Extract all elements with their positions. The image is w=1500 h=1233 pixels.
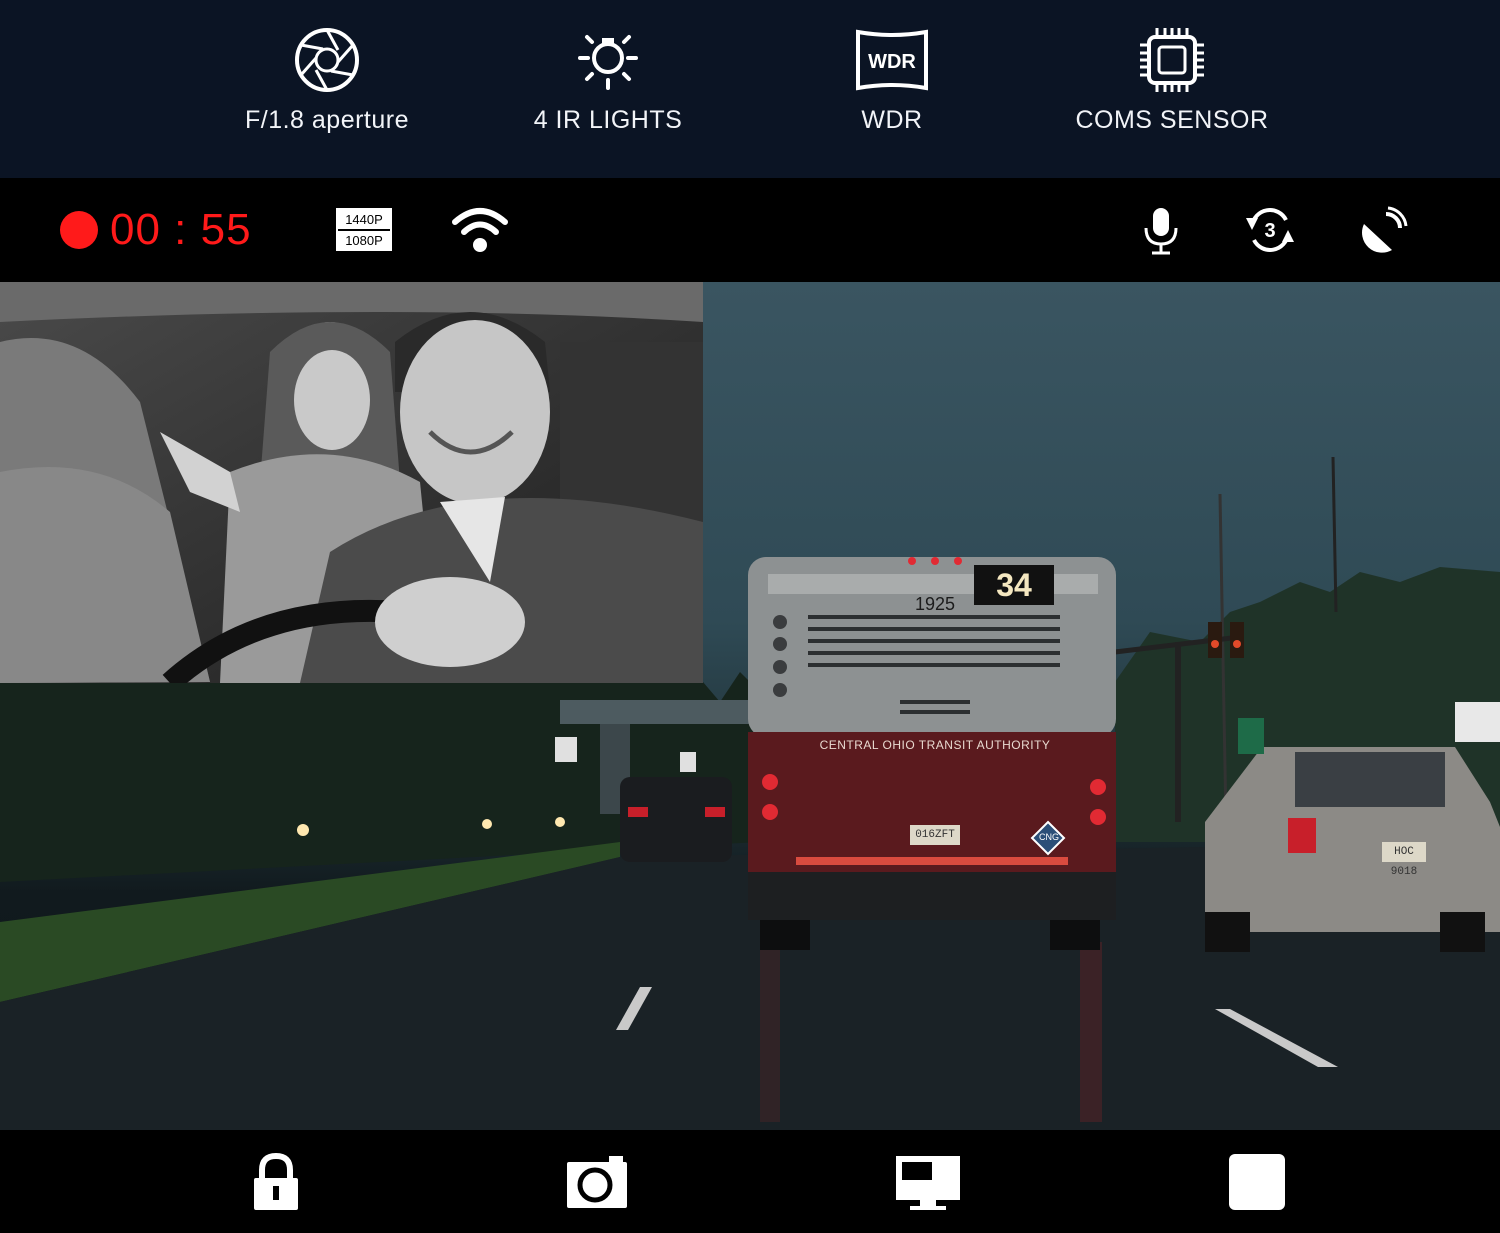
svg-text:3: 3 bbox=[1264, 220, 1275, 242]
gps-satellite-icon[interactable] bbox=[1360, 206, 1410, 254]
feature-aperture: F/1.8 aperture bbox=[197, 24, 457, 135]
resolution-badge[interactable]: 1440P 1080P bbox=[336, 208, 392, 251]
feature-label: WDR bbox=[861, 106, 923, 134]
screen-switch-icon[interactable] bbox=[894, 1152, 962, 1212]
bus-fleet-number: 1925 bbox=[914, 594, 956, 614]
ir-light-icon bbox=[578, 35, 638, 90]
resolution-front: 1440P bbox=[338, 210, 390, 229]
feature-sensor: COMS SENSOR bbox=[1042, 24, 1302, 135]
loop-recording-icon[interactable]: 3 bbox=[1244, 204, 1296, 256]
feature-label: 4 IR LIGHTS bbox=[533, 106, 683, 134]
feature-ir-lights: 4 IR LIGHTS bbox=[478, 24, 738, 135]
aperture-icon bbox=[295, 28, 359, 92]
feature-wdr: WDR WDR bbox=[762, 24, 1022, 135]
recording-status-bar: 00 : 55 1440P 1080P 3 bbox=[0, 178, 1500, 282]
stop-icon[interactable] bbox=[1225, 1152, 1289, 1212]
front-camera-view: 34 1925 CENTRAL OHIO TRANSIT AUTHORITY 0… bbox=[0, 282, 1500, 1130]
resolution-rear: 1080P bbox=[338, 229, 390, 250]
feature-banner: F/1.8 aperture 4 IR LIGHTS WDR WDR COMS … bbox=[0, 0, 1500, 178]
svg-text:WDR: WDR bbox=[868, 51, 916, 73]
bottom-control-bar bbox=[0, 1130, 1500, 1233]
feature-label: COMS SENSOR bbox=[1075, 106, 1269, 134]
cng-badge: CNG bbox=[1039, 832, 1059, 842]
interior-scene bbox=[0, 282, 703, 683]
wifi-icon[interactable] bbox=[450, 206, 510, 254]
bus-route-display: 34 bbox=[974, 565, 1054, 605]
camera-icon[interactable] bbox=[565, 1152, 629, 1212]
interior-camera-view[interactable] bbox=[0, 282, 703, 683]
suv-license-plate: HOC 9018 bbox=[1382, 842, 1426, 878]
recording-timer: 00 : 55 bbox=[110, 205, 252, 254]
microphone-icon[interactable] bbox=[1141, 206, 1181, 256]
recording-indicator-icon bbox=[60, 211, 98, 249]
bus-operator-text: CENTRAL OHIO TRANSIT AUTHORITY bbox=[819, 738, 1051, 752]
lock-icon[interactable] bbox=[244, 1152, 308, 1212]
feature-label: F/1.8 aperture bbox=[244, 106, 410, 134]
bus-license-plate: 016ZFT bbox=[910, 825, 960, 845]
chip-icon bbox=[1140, 28, 1204, 92]
wdr-icon: WDR bbox=[856, 29, 928, 91]
